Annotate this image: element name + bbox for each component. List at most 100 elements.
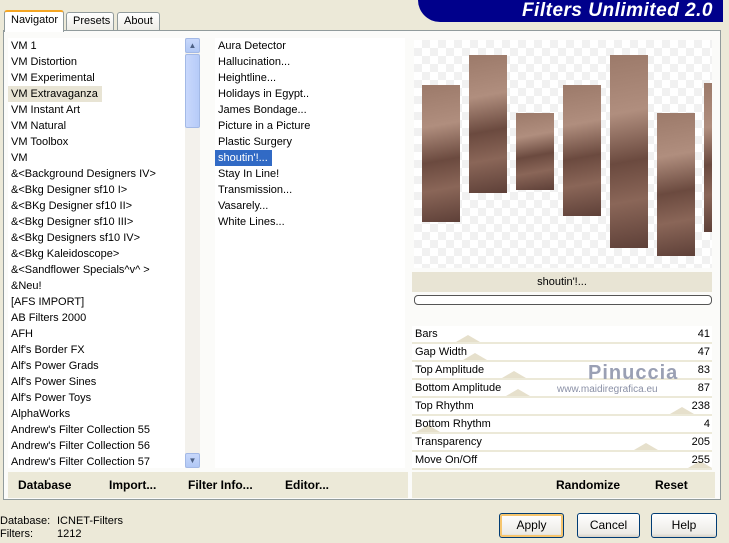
- tab-about[interactable]: About: [117, 12, 160, 31]
- category-scrollbar[interactable]: ▲ ▼: [185, 38, 200, 468]
- category-label: VM Toolbox: [11, 136, 69, 148]
- list-item[interactable]: &Neu!: [8, 278, 185, 294]
- filter-label: Holidays in Egypt..: [218, 88, 310, 100]
- category-label: &<Background Designers IV>: [11, 168, 156, 180]
- apply-button[interactable]: Apply: [499, 513, 564, 538]
- list-item[interactable]: Alf's Border FX: [8, 342, 185, 358]
- tab-presets[interactable]: Presets: [66, 12, 114, 31]
- scroll-up-icon[interactable]: ▲: [185, 38, 200, 53]
- list-item[interactable]: AB Filters 2000: [8, 310, 185, 326]
- slider-thumb[interactable]: [501, 371, 526, 378]
- list-item[interactable]: shoutin'!...: [215, 150, 405, 166]
- slider-value: 83: [697, 364, 710, 376]
- filter-info-button[interactable]: Filter Info...: [188, 478, 253, 492]
- slider-panel: Bars 41 Gap Width 47 Top Amplitude 83 Bottom A…: [412, 326, 712, 470]
- slider-value: 47: [697, 346, 710, 358]
- category-label: &<Bkg Designers sf10 IV>: [11, 232, 141, 244]
- slider-move-on-off[interactable]: Move On/Off 255: [412, 452, 712, 470]
- database-button[interactable]: Database: [18, 478, 71, 492]
- category-label: Alf's Power Sines: [11, 376, 97, 388]
- list-item[interactable]: Hallucination...: [215, 54, 405, 70]
- list-item[interactable]: Aura Detector: [215, 38, 405, 54]
- list-item[interactable]: Picture in a Picture: [215, 118, 405, 134]
- list-item[interactable]: James Bondage...: [215, 102, 405, 118]
- slider-label: Bottom Amplitude: [415, 382, 502, 394]
- filter-label: Picture in a Picture: [218, 120, 311, 132]
- slider-bars[interactable]: Bars 41: [412, 326, 712, 344]
- list-item[interactable]: VM Distortion: [8, 54, 185, 70]
- slider-label: Top Amplitude: [415, 364, 485, 376]
- editor-button[interactable]: Editor...: [285, 478, 329, 492]
- list-item[interactable]: VM 1: [8, 38, 185, 54]
- slider-label: Gap Width: [415, 346, 467, 358]
- list-item[interactable]: Plastic Surgery: [215, 134, 405, 150]
- category-label: &<Bkg Designer sf10 I>: [11, 184, 128, 196]
- category-label: AFH: [11, 328, 33, 340]
- slider-thumb[interactable]: [456, 335, 481, 342]
- list-item[interactable]: VM Instant Art: [8, 102, 185, 118]
- slider-top-rhythm[interactable]: Top Rhythm 238: [412, 398, 712, 416]
- list-item[interactable]: Alf's Power Sines: [8, 374, 185, 390]
- list-item[interactable]: AFH: [8, 326, 185, 342]
- list-item[interactable]: Andrew's Filter Collection 57: [8, 454, 185, 468]
- category-label: Andrew's Filter Collection 55: [11, 424, 151, 436]
- list-item[interactable]: White Lines...: [215, 214, 405, 230]
- list-item[interactable]: [AFS IMPORT]: [8, 294, 185, 310]
- slider-thumb[interactable]: [633, 443, 658, 450]
- app-banner: Filters Unlimited 2.0: [418, 0, 723, 22]
- category-label: Andrew's Filter Collection 57: [11, 456, 151, 468]
- reset-button[interactable]: Reset: [655, 478, 688, 492]
- list-item[interactable]: &<Bkg Designer sf10 III>: [8, 214, 185, 230]
- slider-label: Move On/Off: [415, 454, 478, 466]
- category-label: VM Instant Art: [11, 104, 81, 116]
- list-item[interactable]: &<Background Designers IV>: [8, 166, 185, 182]
- slider-value: 238: [691, 400, 710, 412]
- filter-label: White Lines...: [218, 216, 285, 228]
- import-button[interactable]: Import...: [109, 478, 156, 492]
- slider-transparency[interactable]: Transparency 205: [412, 434, 712, 452]
- help-button[interactable]: Help: [651, 513, 717, 538]
- cancel-button[interactable]: Cancel: [577, 513, 640, 538]
- filter-list[interactable]: Aura Detector Hallucination... Heightline.…: [215, 38, 405, 468]
- scroll-down-icon[interactable]: ▼: [185, 453, 200, 468]
- list-item[interactable]: &<Sandflower Specials^v^ >: [8, 262, 185, 278]
- list-item[interactable]: &<Bkg Designers sf10 IV>: [8, 230, 185, 246]
- list-item[interactable]: &<Bkg Designer sf10 I>: [8, 182, 185, 198]
- list-item[interactable]: Andrew's Filter Collection 56: [8, 438, 185, 454]
- randomize-button[interactable]: Randomize: [556, 478, 620, 492]
- list-item[interactable]: VM Extravaganza: [8, 86, 185, 102]
- category-list[interactable]: VM 1 VM Distortion VM Experimental VM Extra…: [8, 38, 185, 468]
- slider-thumb[interactable]: [506, 389, 531, 396]
- list-item[interactable]: Holidays in Egypt..: [215, 86, 405, 102]
- slider-label: Top Rhythm: [415, 400, 474, 412]
- list-item[interactable]: Alf's Power Toys: [8, 390, 185, 406]
- list-item[interactable]: Heightline...: [215, 70, 405, 86]
- slider-bottom-rhythm[interactable]: Bottom Rhythm 4: [412, 416, 712, 434]
- slider-gap-width[interactable]: Gap Width 47: [412, 344, 712, 362]
- category-label: Alf's Power Toys: [11, 392, 92, 404]
- database-label: Database:: [0, 515, 51, 527]
- list-item[interactable]: VM Experimental: [8, 70, 185, 86]
- category-label: [AFS IMPORT]: [11, 296, 85, 308]
- list-item[interactable]: VM Toolbox: [8, 134, 185, 150]
- filters-label: Filters:: [0, 528, 33, 540]
- list-item[interactable]: Transmission...: [215, 182, 405, 198]
- list-item[interactable]: AlphaWorks: [8, 406, 185, 422]
- list-item[interactable]: Vasarely...: [215, 198, 405, 214]
- database-value: ICNET-Filters: [57, 515, 123, 527]
- list-item[interactable]: &<BKg Designer sf10 II>: [8, 198, 185, 214]
- category-label: Alf's Power Grads: [11, 360, 99, 372]
- list-item[interactable]: VM: [8, 150, 185, 166]
- category-label: VM Extravaganza: [8, 86, 102, 102]
- list-item[interactable]: &<Bkg Kaleidoscope>: [8, 246, 185, 262]
- scroll-thumb[interactable]: [185, 54, 200, 128]
- list-item[interactable]: Stay In Line!: [215, 166, 405, 182]
- tab-navigator[interactable]: Navigator: [4, 10, 64, 32]
- list-item[interactable]: VM Natural: [8, 118, 185, 134]
- list-item[interactable]: Alf's Power Grads: [8, 358, 185, 374]
- filter-label: Heightline...: [218, 72, 277, 84]
- filter-label: Vasarely...: [218, 200, 269, 212]
- list-item[interactable]: Andrew's Filter Collection 55: [8, 422, 185, 438]
- slider-thumb[interactable]: [669, 407, 694, 414]
- slider-value: 87: [697, 382, 710, 394]
